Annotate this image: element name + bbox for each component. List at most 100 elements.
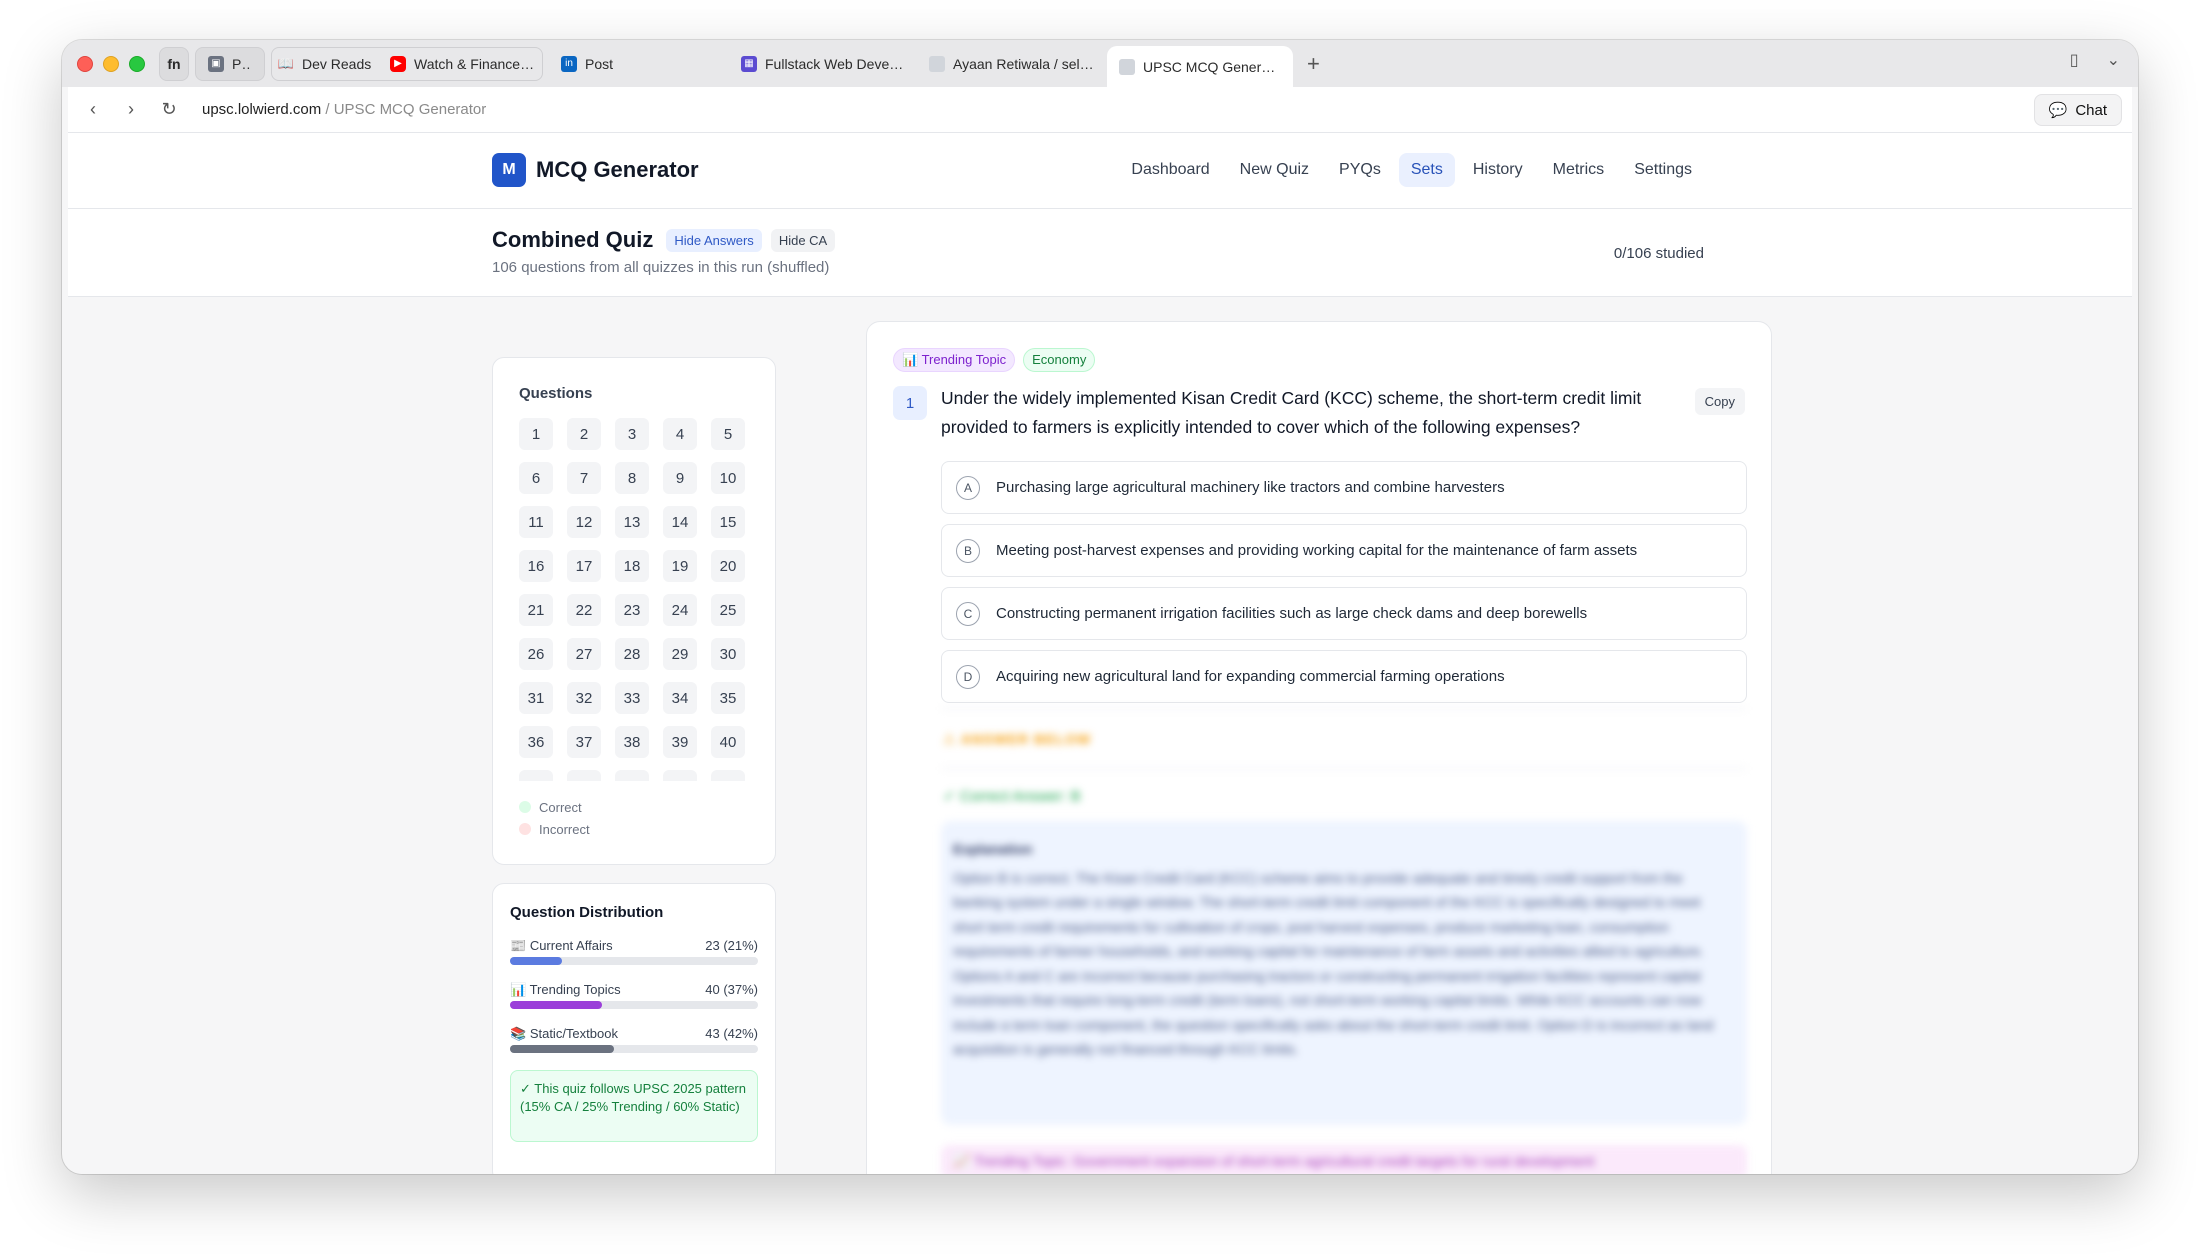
question-nav-button[interactable]: 25 bbox=[711, 594, 745, 626]
question-nav-button[interactable]: 14 bbox=[663, 506, 697, 538]
nav-pyqs[interactable]: PYQs bbox=[1327, 153, 1393, 187]
question-nav-button[interactable]: 27 bbox=[567, 638, 601, 670]
nav-sets[interactable]: Sets bbox=[1398, 153, 1455, 187]
chat-button[interactable]: 💬 Chat bbox=[2033, 94, 2122, 126]
question-nav-button[interactable]: 29 bbox=[663, 638, 697, 670]
hidden-answer-section[interactable]: ⚠ ANSWER BELOW ✓ Correct Answer: B Expla… bbox=[941, 708, 1747, 1174]
question-nav-button[interactable]: 33 bbox=[615, 682, 649, 714]
question-nav-button[interactable]: 16 bbox=[519, 550, 553, 582]
nav-new-quiz[interactable]: New Quiz bbox=[1228, 153, 1321, 187]
question-nav-button[interactable]: 17 bbox=[567, 550, 601, 582]
dist-fill bbox=[510, 1045, 615, 1053]
question-nav-button[interactable]: 42 bbox=[567, 770, 601, 781]
question-nav-button[interactable]: 6 bbox=[519, 462, 553, 494]
question-nav-button[interactable]: 45 bbox=[711, 770, 745, 781]
question-nav-button[interactable]: 2 bbox=[567, 418, 601, 450]
question-nav-button[interactable]: 43 bbox=[615, 770, 649, 781]
question-nav-button[interactable]: 10 bbox=[711, 462, 745, 494]
maximize-window-button[interactable] bbox=[129, 55, 145, 72]
question-nav-button[interactable]: 32 bbox=[567, 682, 601, 714]
question-nav-button[interactable]: 11 bbox=[519, 506, 553, 538]
question-nav-button[interactable]: 31 bbox=[519, 682, 553, 714]
question-nav-button[interactable]: 15 bbox=[711, 506, 745, 538]
question-nav-button[interactable]: 20 bbox=[711, 550, 745, 582]
question-nav-button[interactable]: 9 bbox=[663, 462, 697, 494]
question-nav-button[interactable]: 41 bbox=[519, 770, 553, 781]
question-nav-button[interactable]: 21 bbox=[519, 594, 553, 626]
nav-history[interactable]: History bbox=[1461, 153, 1535, 187]
question-nav-button[interactable]: 4 bbox=[663, 418, 697, 450]
question-nav-button[interactable]: 23 bbox=[615, 594, 649, 626]
legend-incorrect: Incorrect bbox=[519, 818, 590, 840]
nav-settings[interactable]: Settings bbox=[1622, 153, 1704, 187]
question-nav-button[interactable]: 34 bbox=[663, 682, 697, 714]
dist-label: 📊 Trending Topics bbox=[510, 982, 621, 998]
divider bbox=[941, 768, 1747, 769]
option-letter: D bbox=[956, 664, 980, 689]
minimize-window-button[interactable] bbox=[103, 55, 119, 72]
dist-label: 📰 Current Affairs bbox=[510, 938, 613, 954]
legend: Correct Incorrect bbox=[519, 796, 590, 840]
dist-label-text: Static/Textbook bbox=[529, 1026, 618, 1041]
app-header: M MCQ Generator Dashboard New Quiz PYQs … bbox=[68, 133, 2132, 209]
question-nav-button[interactable]: 8 bbox=[615, 462, 649, 494]
nav-dashboard[interactable]: Dashboard bbox=[1119, 153, 1221, 187]
tab-ayaan[interactable]: Ayaan Retiwala / select bbox=[917, 47, 1107, 81]
chevron-down-icon[interactable]: ⌄ bbox=[2107, 50, 2120, 70]
forward-icon[interactable]: › bbox=[112, 99, 150, 120]
question-nav-button[interactable]: 7 bbox=[567, 462, 601, 494]
trending-topic-note: 📈 Trending Topic: Government expansion o… bbox=[941, 1145, 1747, 1174]
question-nav-button[interactable]: 18 bbox=[615, 550, 649, 582]
dist-value: 23 (21%) bbox=[705, 938, 758, 953]
studied-progress: 0/106 studied bbox=[1613, 245, 1704, 262]
question-nav-button[interactable]: 26 bbox=[519, 638, 553, 670]
tab-dev-reads[interactable]: 📖 Dev Reads bbox=[278, 56, 382, 72]
option-a[interactable]: A Purchasing large agricultural machiner… bbox=[941, 461, 1747, 514]
question-nav-button[interactable]: 5 bbox=[711, 418, 745, 450]
legend-label: Correct bbox=[539, 799, 582, 815]
linkedin-icon: in bbox=[561, 55, 577, 72]
nav-metrics[interactable]: Metrics bbox=[1541, 153, 1617, 187]
brand[interactable]: M MCQ Generator bbox=[492, 153, 699, 187]
question-nav-button[interactable]: 1 bbox=[519, 418, 553, 450]
question-nav-button[interactable]: 12 bbox=[567, 506, 601, 538]
tab-post[interactable]: in Post bbox=[549, 47, 729, 81]
hide-ca-button[interactable]: Hide CA bbox=[770, 228, 836, 252]
question-nav-button[interactable]: 37 bbox=[567, 726, 601, 758]
tab-upsc-mcq[interactable]: UPSC MCQ Generator bbox=[1107, 45, 1293, 88]
question-nav-button[interactable]: 38 bbox=[615, 726, 649, 758]
dist-track bbox=[510, 957, 758, 965]
tab-group: 📖 Dev Reads ▶ Watch & Finance Guid bbox=[271, 46, 543, 81]
question-nav-button[interactable]: 30 bbox=[711, 638, 745, 670]
hide-answers-button[interactable]: Hide Answers bbox=[666, 228, 762, 252]
question-nav-button[interactable]: 24 bbox=[663, 594, 697, 626]
close-window-button[interactable] bbox=[77, 55, 93, 72]
option-text: Meeting post-harvest expenses and provid… bbox=[996, 542, 1638, 559]
question-nav-button[interactable]: 36 bbox=[519, 726, 553, 758]
option-b[interactable]: B Meeting post-harvest expenses and prov… bbox=[941, 524, 1747, 577]
question-nav-button[interactable]: 22 bbox=[567, 594, 601, 626]
books-icon: 📚 bbox=[510, 1026, 527, 1041]
question-nav-button[interactable]: 3 bbox=[615, 418, 649, 450]
question-nav-button[interactable]: 19 bbox=[663, 550, 697, 582]
tab-fullstack[interactable]: ▦ Fullstack Web Develop bbox=[729, 47, 917, 81]
dist-value: 43 (42%) bbox=[705, 1026, 758, 1041]
question-nav-button[interactable]: 28 bbox=[615, 638, 649, 670]
url-field[interactable]: upsc.lolwierd.com / UPSC MCQ Generator bbox=[202, 101, 486, 118]
option-c[interactable]: C Constructing permanent irrigation faci… bbox=[941, 587, 1747, 640]
question-nav-button[interactable]: 40 bbox=[711, 726, 745, 758]
question-nav-button[interactable]: 35 bbox=[711, 682, 745, 714]
tab-fn[interactable]: fn bbox=[159, 46, 189, 81]
new-tab-button[interactable]: + bbox=[1307, 51, 1320, 77]
tab-watch-finance[interactable]: ▶ Watch & Finance Guid bbox=[390, 55, 536, 72]
question-nav-button[interactable]: 39 bbox=[663, 726, 697, 758]
question-nav-button[interactable]: 13 bbox=[615, 506, 649, 538]
question-grid[interactable]: 1 2 3 4 5 6 7 8 9 10 11 12 13 14 15 16 17 18 19 20 21 22 23 24 2… bbox=[519, 418, 749, 781]
option-d[interactable]: D Acquiring new agricultural land for ex… bbox=[941, 650, 1747, 703]
reload-icon[interactable]: ↻ bbox=[150, 99, 188, 120]
tab-prs[interactable]: ▣ PRs bbox=[195, 46, 265, 81]
copy-button[interactable]: Copy bbox=[1694, 388, 1745, 415]
back-icon[interactable]: ‹ bbox=[74, 99, 112, 120]
question-nav-button[interactable]: 44 bbox=[663, 770, 697, 781]
sidebar-toggle-icon[interactable]: ▯ bbox=[2070, 50, 2079, 70]
